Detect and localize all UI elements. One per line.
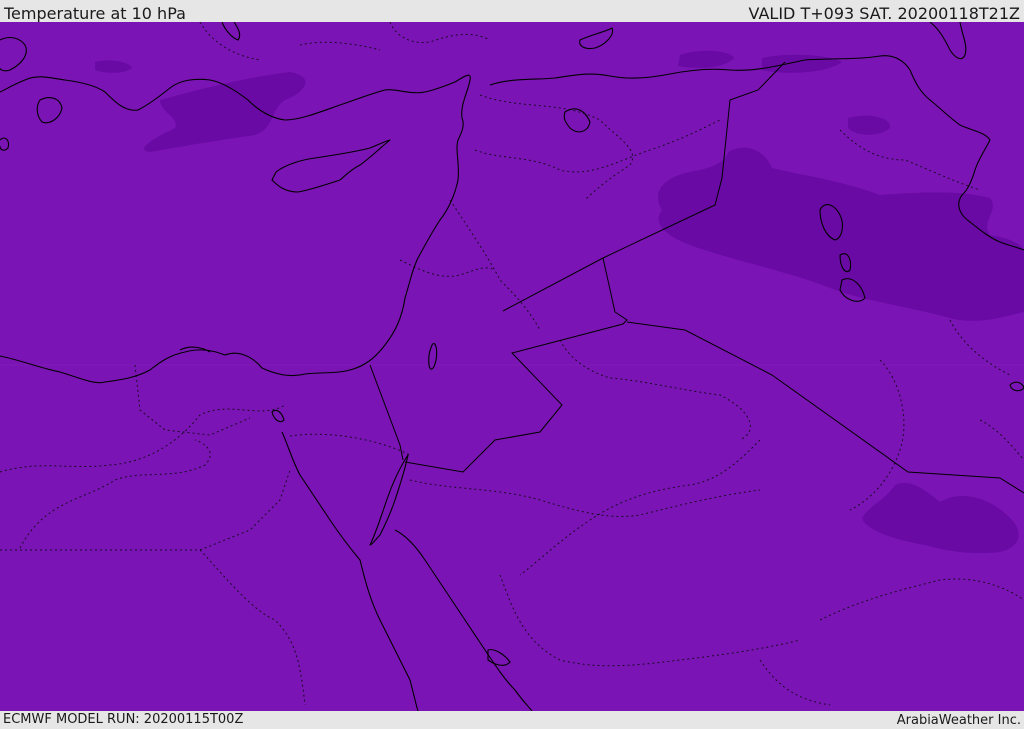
map-canvas (0, 22, 1024, 711)
model-run-label: ECMWF MODEL RUN: 20200115T00Z (3, 712, 244, 727)
valid-time-label: VALID T+093 SAT. 20200118T21Z (748, 4, 1020, 23)
weather-map[interactable] (0, 22, 1024, 711)
map-title: Temperature at 10 hPa (4, 4, 186, 23)
credit-label: ArabiaWeather Inc. (896, 713, 1021, 728)
header-bar: Temperature at 10 hPa VALID T+093 SAT. 2… (0, 0, 1024, 23)
footer-bar: ECMWF MODEL RUN: 20200115T00Z ArabiaWeat… (0, 711, 1024, 729)
